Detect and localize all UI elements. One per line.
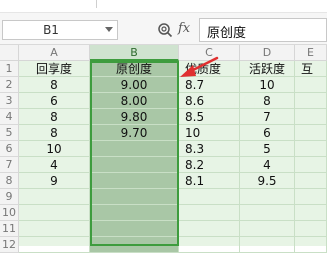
chevron-down-icon[interactable] xyxy=(105,27,113,32)
row-header[interactable]: 7 xyxy=(0,157,19,173)
cell-d6[interactable]: 5 xyxy=(240,141,295,157)
cell-b12[interactable] xyxy=(90,237,179,253)
cell-a2[interactable]: 8 xyxy=(19,77,90,93)
row-header[interactable]: 6 xyxy=(0,141,19,157)
row-header[interactable]: 12 xyxy=(0,237,19,253)
cell-d1[interactable]: 活跃度 xyxy=(240,61,295,77)
cell-e1[interactable]: 互 xyxy=(295,61,327,77)
name-box-value: B1 xyxy=(43,23,59,37)
row-header[interactable]: 11 xyxy=(0,221,19,237)
cell-b3[interactable]: 8.00 xyxy=(90,93,179,109)
cell-a11[interactable] xyxy=(19,221,90,237)
column-header-b[interactable]: B xyxy=(90,45,179,61)
top-strip xyxy=(0,0,327,13)
cell-e12[interactable] xyxy=(295,237,327,253)
column-header-a[interactable]: A xyxy=(19,45,90,61)
cell-b9[interactable] xyxy=(90,189,179,205)
cell-a12[interactable] xyxy=(19,237,90,253)
cell-e7[interactable] xyxy=(295,157,327,173)
cell-b8[interactable] xyxy=(90,173,179,189)
row-header[interactable]: 1 xyxy=(0,61,19,77)
cell-d5[interactable]: 6 xyxy=(240,125,295,141)
cell-a5[interactable]: 8 xyxy=(19,125,90,141)
cell-a4[interactable]: 8 xyxy=(19,109,90,125)
row-header[interactable]: 2 xyxy=(0,77,19,93)
cell-c10[interactable] xyxy=(179,205,240,221)
cell-c6[interactable]: 8.3 xyxy=(179,141,240,157)
cell-c9[interactable] xyxy=(179,189,240,205)
cell-e3[interactable] xyxy=(295,93,327,109)
cell-c12[interactable] xyxy=(179,237,240,253)
cell-c11[interactable] xyxy=(179,221,240,237)
cell-a8[interactable]: 9 xyxy=(19,173,90,189)
cell-a1[interactable]: 回享度 xyxy=(19,61,90,77)
cell-d8[interactable]: 9.5 xyxy=(240,173,295,189)
cell-a9[interactable] xyxy=(19,189,90,205)
cell-a10[interactable] xyxy=(19,205,90,221)
cell-b7[interactable] xyxy=(90,157,179,173)
cell-b11[interactable] xyxy=(90,221,179,237)
cell-b4[interactable]: 9.80 xyxy=(90,109,179,125)
cell-e5[interactable] xyxy=(295,125,327,141)
cell-c3[interactable]: 8.6 xyxy=(179,93,240,109)
zoom-icon[interactable] xyxy=(157,22,173,38)
cell-d9[interactable] xyxy=(240,189,295,205)
row-header[interactable]: 5 xyxy=(0,125,19,141)
cell-c7[interactable]: 8.2 xyxy=(179,157,240,173)
cell-d3[interactable]: 8 xyxy=(240,93,295,109)
row-header[interactable]: 10 xyxy=(0,205,19,221)
cell-d7[interactable]: 4 xyxy=(240,157,295,173)
cell-b6[interactable] xyxy=(90,141,179,157)
cell-e8[interactable] xyxy=(295,173,327,189)
cell-b5[interactable]: 9.70 xyxy=(90,125,179,141)
cell-c1[interactable]: 优质度 xyxy=(179,61,240,77)
formula-input-value: 原创度 xyxy=(207,26,247,41)
cell-b1[interactable]: 原创度 xyxy=(90,61,179,77)
cell-a3[interactable]: 6 xyxy=(19,93,90,109)
top-tick xyxy=(96,0,97,8)
cell-c8[interactable]: 8.1 xyxy=(179,173,240,189)
cell-b10[interactable] xyxy=(90,205,179,221)
name-box[interactable]: B1 xyxy=(2,20,118,40)
column-header-d[interactable]: D xyxy=(240,45,295,61)
row-header[interactable]: 4 xyxy=(0,109,19,125)
cell-a6[interactable]: 10 xyxy=(19,141,90,157)
column-header-c[interactable]: C xyxy=(179,45,240,61)
cell-d2[interactable]: 10 xyxy=(240,77,295,93)
cell-e6[interactable] xyxy=(295,141,327,157)
cell-e11[interactable] xyxy=(295,221,327,237)
row-header[interactable]: 9 xyxy=(0,189,19,205)
cell-e9[interactable] xyxy=(295,189,327,205)
cell-c5[interactable]: 10 xyxy=(179,125,240,141)
cell-c4[interactable]: 8.5 xyxy=(179,109,240,125)
cell-d10[interactable] xyxy=(240,205,295,221)
cell-b2[interactable]: 9.00 xyxy=(90,77,179,93)
cell-c2[interactable]: 8.7 xyxy=(179,77,240,93)
formula-input[interactable]: 原创度 xyxy=(199,18,327,42)
cell-e10[interactable] xyxy=(295,205,327,221)
cell-a7[interactable]: 4 xyxy=(19,157,90,173)
select-all-corner[interactable] xyxy=(0,45,19,61)
fx-icon[interactable]: fx xyxy=(178,21,190,36)
cell-e4[interactable] xyxy=(295,109,327,125)
column-header-e[interactable]: E xyxy=(295,45,327,61)
row-header[interactable]: 8 xyxy=(0,173,19,189)
cell-d12[interactable] xyxy=(240,237,295,253)
cell-d11[interactable] xyxy=(240,221,295,237)
row-header[interactable]: 3 xyxy=(0,93,19,109)
cell-e2[interactable] xyxy=(295,77,327,93)
cell-d4[interactable]: 7 xyxy=(240,109,295,125)
